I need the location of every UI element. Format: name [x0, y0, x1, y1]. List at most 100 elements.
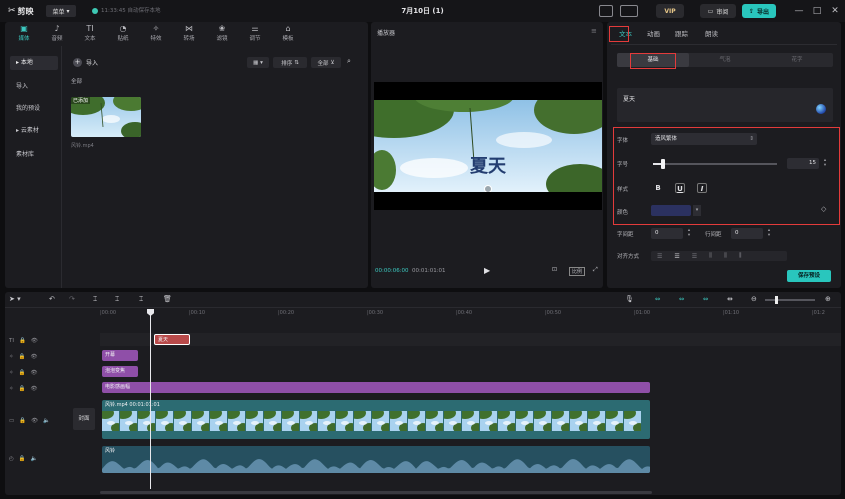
- size-slider-handle[interactable]: [661, 159, 665, 169]
- delete-icon[interactable]: 🗑: [163, 295, 172, 303]
- timeline-ruler[interactable]: |00:00 |00:10 |00:20 |00:30 |00:40 |00:5…: [100, 310, 841, 320]
- menu-button[interactable]: 菜单 ▾: [46, 5, 76, 17]
- lock-icon[interactable]: 🔒: [19, 354, 26, 360]
- tab-text[interactable]: TI 文本: [75, 24, 105, 42]
- cover-button[interactable]: 封面: [73, 408, 95, 430]
- split-left-icon[interactable]: ⌶: [115, 295, 119, 304]
- sidebar-item-library[interactable]: 素材库: [10, 148, 58, 162]
- view-mode-button[interactable]: ▦ ▾: [247, 57, 269, 68]
- audio-mute-icon[interactable]: 🔈: [43, 418, 50, 424]
- size-input[interactable]: 15: [787, 158, 819, 169]
- color-dropdown-icon[interactable]: ▾: [693, 205, 701, 216]
- size-slider-track[interactable]: [653, 163, 777, 165]
- split-icon[interactable]: ⌶: [93, 295, 97, 304]
- align-center-icon[interactable]: ☰: [674, 253, 679, 260]
- sidebar-item-my-presets[interactable]: 我的预设: [10, 102, 58, 116]
- lock-icon[interactable]: 🔒: [19, 456, 26, 462]
- maximize-button[interactable]: □: [810, 4, 824, 18]
- effect-clip-bubble-zoom[interactable]: 泡泡变焦: [102, 366, 138, 377]
- line-spacing-input[interactable]: 0: [731, 228, 763, 239]
- zoom-out-icon[interactable]: ⊖: [751, 295, 757, 303]
- effect-clip-opening[interactable]: 开幕: [102, 350, 138, 361]
- lock-icon[interactable]: 🔒: [19, 338, 26, 344]
- align-top-icon[interactable]: ⫼: [709, 252, 712, 260]
- sidebar-item-local[interactable]: ▸ 本地: [10, 56, 58, 70]
- timeline-scrollbar[interactable]: [100, 491, 652, 494]
- lock-icon[interactable]: 🔒: [19, 418, 26, 424]
- text-clip[interactable]: 夏天: [154, 334, 190, 345]
- tab-tracking[interactable]: 跟踪: [675, 28, 688, 38]
- underline-button[interactable]: U: [675, 183, 685, 193]
- playhead-line[interactable]: [150, 312, 151, 489]
- italic-button[interactable]: I: [697, 183, 707, 193]
- align-right-icon[interactable]: ☰: [692, 253, 697, 260]
- audio-clip[interactable]: 风铃: [102, 446, 650, 473]
- player-menu-icon[interactable]: ≡: [591, 27, 597, 35]
- eye-icon[interactable]: 👁: [31, 418, 38, 424]
- keyframe-diamond-icon[interactable]: ◇: [821, 205, 829, 213]
- text-content-input[interactable]: 夏天: [617, 88, 833, 122]
- size-stepper-icon[interactable]: ▴ ▾: [821, 158, 829, 169]
- zoom-in-icon[interactable]: ⊕: [825, 295, 831, 303]
- align-left-icon[interactable]: ☰: [657, 253, 662, 260]
- eye-icon[interactable]: 👁: [31, 338, 38, 344]
- search-icon[interactable]: ⌕: [347, 57, 351, 66]
- tab-effects[interactable]: ✧ 特效: [141, 24, 171, 42]
- keyboard-shortcut-icon[interactable]: [599, 5, 613, 17]
- link-clips-icon[interactable]: ⇔: [655, 295, 660, 303]
- vip-button[interactable]: VIP: [656, 4, 684, 18]
- subtab-basic[interactable]: 基础: [617, 53, 689, 67]
- split-right-icon[interactable]: ⌶: [139, 295, 143, 304]
- video-clip[interactable]: 风铃.mp4 00:01:01:01: [102, 400, 650, 439]
- layout-icon[interactable]: [620, 5, 638, 17]
- subtab-fancy[interactable]: 花字: [761, 53, 833, 67]
- font-select[interactable]: 造风繁体 ⇕: [651, 133, 757, 145]
- import-button[interactable]: + 导入: [73, 56, 98, 68]
- zoom-slider-track[interactable]: [765, 299, 815, 301]
- expand-icon[interactable]: ⤢: [593, 266, 598, 274]
- tab-animation[interactable]: 动画: [647, 28, 660, 38]
- bold-button[interactable]: B: [653, 183, 663, 193]
- snap-icon[interactable]: ⇔: [679, 295, 684, 303]
- effect-clip-cinematic[interactable]: 电影感画幅: [102, 382, 650, 393]
- microphone-icon[interactable]: 🎙: [625, 295, 634, 303]
- export-button[interactable]: ⇪ 导出: [742, 4, 776, 18]
- filter-button[interactable]: 全部 ⊻: [311, 57, 341, 68]
- tab-filter[interactable]: ❀ 滤镜: [207, 24, 237, 42]
- tab-transition[interactable]: ⋈ 转场: [174, 24, 204, 42]
- ratio-button[interactable]: 比例: [569, 267, 586, 276]
- preview-axis-icon[interactable]: ⇔: [703, 295, 708, 303]
- ai-assist-icon[interactable]: [816, 104, 826, 114]
- close-button[interactable]: ✕: [828, 4, 842, 18]
- minimize-button[interactable]: —: [792, 4, 806, 18]
- subtab-bubble[interactable]: 气泡: [689, 53, 761, 67]
- redo-icon[interactable]: ↷: [69, 295, 75, 303]
- select-cursor-icon[interactable]: ➤ ▾: [9, 295, 21, 303]
- tab-template[interactable]: ⌂ 模板: [273, 24, 303, 42]
- sidebar-item-cloud[interactable]: ▸ 云素材: [10, 124, 58, 138]
- preview-text-overlay[interactable]: 夏天: [374, 152, 602, 178]
- tab-sticker[interactable]: ◔ 贴纸: [108, 24, 138, 42]
- tab-adjust[interactable]: ⚌ 调节: [240, 24, 270, 42]
- tab-media[interactable]: ▣ 媒体: [9, 24, 39, 42]
- rotate-handle-icon[interactable]: [484, 185, 492, 192]
- sidebar-item-import[interactable]: 导入: [10, 80, 58, 94]
- audio-mute-icon[interactable]: 🔈: [31, 456, 38, 462]
- tab-audio[interactable]: ♪ 音频: [42, 24, 72, 42]
- split-screen-icon[interactable]: ⇹: [727, 295, 733, 303]
- eye-icon[interactable]: 👁: [30, 354, 37, 360]
- eye-icon[interactable]: 👁: [30, 370, 37, 376]
- video-preview[interactable]: 夏天: [374, 100, 602, 192]
- lock-icon[interactable]: 🔒: [19, 370, 26, 376]
- align-bottom-icon[interactable]: ⫼: [739, 252, 742, 260]
- sort-button[interactable]: 排序 ⇅: [273, 57, 307, 68]
- lock-icon[interactable]: 🔒: [19, 386, 26, 392]
- eye-icon[interactable]: 👁: [30, 386, 37, 392]
- fullscreen-focus-icon[interactable]: ⊡: [552, 266, 557, 273]
- undo-icon[interactable]: ↶: [49, 295, 55, 303]
- letter-spacing-stepper-icon[interactable]: ▴ ▾: [685, 228, 693, 239]
- tab-text-props[interactable]: 文本: [619, 28, 632, 38]
- tab-read-aloud[interactable]: 朗读: [705, 28, 718, 38]
- save-preset-button[interactable]: 保存预设: [787, 270, 831, 282]
- color-swatch[interactable]: [651, 205, 691, 216]
